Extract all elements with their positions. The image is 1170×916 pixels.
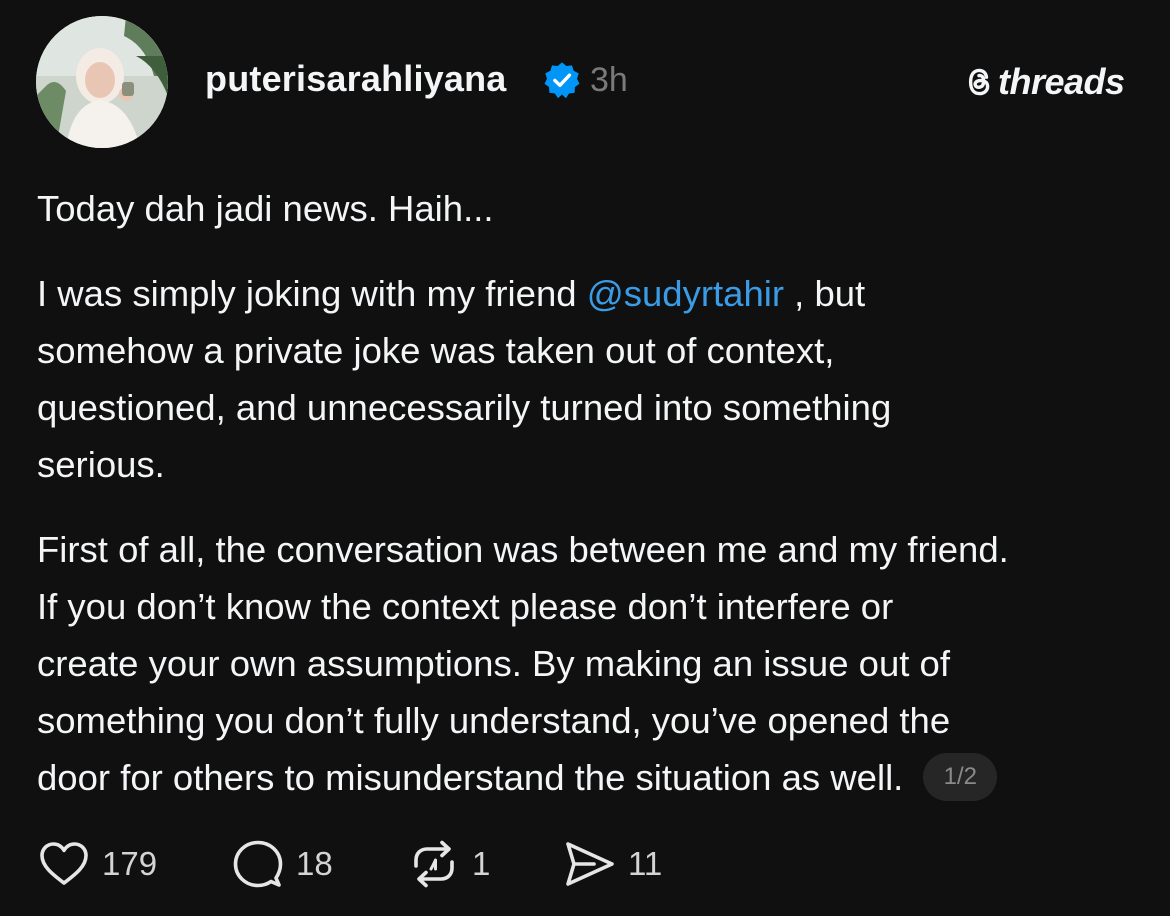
- repost-count: 1: [472, 845, 491, 882]
- threads-logo: threads: [963, 61, 1125, 102]
- like-button[interactable]: 179: [38, 836, 157, 892]
- post-paragraph-1: Today dah jadi news. Haih...: [37, 180, 1147, 237]
- page-indicator[interactable]: 1/2: [923, 753, 998, 802]
- threads-post: puterisarahliyana 3h threads Today dah j…: [0, 0, 1170, 916]
- reply-button[interactable]: 18: [232, 836, 333, 892]
- text-line: Today dah jadi news. Haih...: [37, 188, 494, 229]
- share-button[interactable]: 11: [564, 836, 662, 892]
- text-segment: , but: [784, 273, 866, 314]
- heart-icon: [40, 842, 88, 885]
- send-icon: [566, 842, 614, 886]
- repost-icon: [414, 840, 454, 888]
- text-segment: door for others to misunderstand the sit…: [37, 757, 904, 798]
- verified-badge-icon: [544, 62, 580, 99]
- comment-icon: [233, 840, 283, 888]
- text-line: First of all, the conversation was betwe…: [37, 529, 1009, 570]
- share-count: 11: [628, 845, 663, 882]
- text-segment: I was simply joking with my friend: [37, 273, 587, 314]
- repost-button[interactable]: 1: [408, 836, 490, 892]
- reply-count: 18: [296, 845, 333, 882]
- text-line: I was simply joking with my friend @sudy…: [37, 265, 1147, 322]
- like-count: 179: [102, 845, 158, 882]
- threads-icon: [968, 68, 990, 96]
- text-line: If you don’t know the context please don…: [37, 586, 894, 627]
- post-paragraph-2: I was simply joking with my friend @sudy…: [37, 265, 1147, 493]
- text-line: questioned, and unnecessarily turned int…: [37, 387, 892, 428]
- post-timestamp: 3h: [590, 61, 628, 99]
- text-line: serious.: [37, 444, 165, 485]
- avatar-photo: [36, 16, 168, 148]
- username[interactable]: puterisarahliyana: [205, 58, 507, 100]
- avatar[interactable]: [36, 16, 168, 148]
- mention-link[interactable]: @sudyrtahir: [587, 273, 784, 314]
- threads-wordmark: threads: [998, 61, 1125, 102]
- text-line: create your own assumptions. By making a…: [37, 643, 950, 684]
- post-paragraph-3: First of all, the conversation was betwe…: [37, 521, 1147, 806]
- text-line: somehow a private joke was taken out of …: [37, 330, 835, 371]
- text-line: something you don’t fully understand, yo…: [37, 700, 951, 741]
- text-line: door for others to misunderstand the sit…: [37, 749, 1147, 806]
